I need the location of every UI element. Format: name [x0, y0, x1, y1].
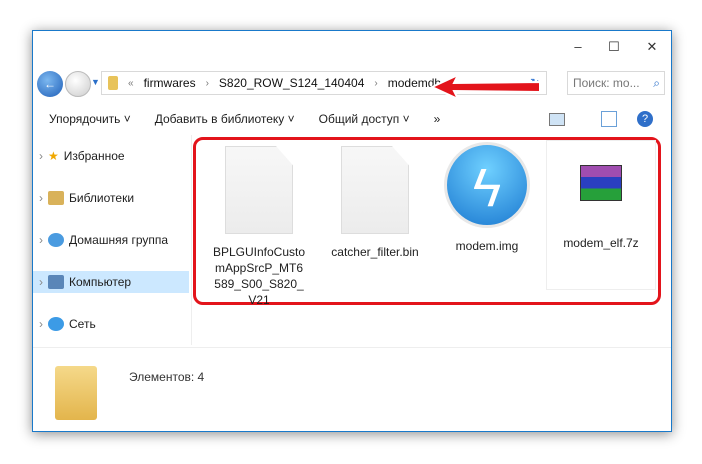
file-name: modem_elf.7z: [563, 236, 639, 250]
details-pane: Элементов: 4: [33, 347, 671, 432]
breadcrumb-separator: ›: [374, 77, 378, 89]
navigation-pane: › ★ Избранное › Библиотеки › Домашняя группа…: [33, 135, 192, 345]
maximize-button[interactable]: ☐: [597, 35, 631, 59]
document-icon: [341, 146, 409, 234]
search-input[interactable]: Поиск: mo... ⌕: [567, 71, 665, 95]
breadcrumb-firmwares[interactable]: firmwares: [144, 76, 196, 90]
file-name: modem.img: [455, 239, 519, 253]
sidebar-label: Избранное: [63, 149, 125, 163]
preview-pane-icon[interactable]: [601, 111, 617, 127]
item-count: Элементов: 4: [129, 370, 205, 384]
sidebar-label: Компьютер: [69, 275, 132, 289]
add-to-library-button[interactable]: Добавить в библиотеку ˅: [155, 112, 295, 126]
library-icon: [48, 191, 64, 205]
share-button[interactable]: Общий доступ ˅: [319, 112, 410, 126]
sidebar-item-libraries[interactable]: › Библиотеки: [33, 187, 189, 209]
network-icon: [48, 317, 64, 331]
file-item[interactable]: BPLGUInfoCustomAppSrcP_MT6589_S00_S820_V…: [204, 146, 314, 308]
file-name: catcher_filter.bin: [331, 245, 419, 259]
sidebar-label: Библиотеки: [69, 191, 135, 205]
more-button[interactable]: »: [434, 112, 441, 126]
forward-button[interactable]: [65, 71, 91, 97]
computer-icon: [48, 275, 64, 289]
title-bar: – ☐ ✕: [33, 31, 671, 65]
breadcrumb-overflow[interactable]: «: [128, 78, 134, 89]
breadcrumb-s820[interactable]: S820_ROW_S124_140404: [219, 76, 364, 90]
history-dropdown-icon[interactable]: ▼: [91, 77, 100, 87]
toolbar: Упорядочить ˅ Добавить в библиотеку ˅ Об…: [33, 105, 671, 133]
sidebar-item-favorites[interactable]: › ★ Избранное: [33, 145, 189, 167]
folder-icon: [55, 366, 97, 420]
sidebar-item-network[interactable]: › Сеть: [33, 313, 189, 335]
star-icon: ★: [48, 149, 59, 163]
close-button[interactable]: ✕: [635, 35, 669, 59]
sidebar-label: Сеть: [69, 317, 96, 331]
document-icon: [225, 146, 293, 234]
archive-icon: [580, 165, 622, 201]
search-icon: ⌕: [653, 76, 660, 90]
help-icon[interactable]: ?: [637, 111, 653, 127]
file-item[interactable]: modem_elf.7z: [546, 140, 656, 290]
sidebar-item-computer[interactable]: › Компьютер: [33, 271, 189, 293]
red-arrow-annotation: [429, 72, 541, 102]
back-button[interactable]: ←: [37, 71, 63, 97]
sidebar-item-homegroup[interactable]: › Домашняя группа: [33, 229, 189, 251]
homegroup-icon: [48, 233, 64, 247]
explorer-window: – ☐ ✕ ← ▼ « firmwares › S820_ROW_S124_14…: [32, 30, 672, 432]
file-list: BPLGUInfoCustomAppSrcP_MT6589_S00_S820_V…: [193, 137, 661, 308]
organize-button[interactable]: Упорядочить ˅: [49, 112, 131, 126]
view-icon[interactable]: [549, 112, 565, 126]
minimize-button[interactable]: –: [561, 35, 595, 59]
file-name: BPLGUInfoCustomAppSrcP_MT6589_S00_S820_V…: [212, 245, 306, 307]
file-item[interactable]: catcher_filter.bin: [320, 146, 430, 260]
daemon-tools-icon: ϟ: [444, 142, 530, 228]
sidebar-label: Домашняя группа: [69, 233, 169, 247]
folder-icon: [108, 76, 118, 90]
breadcrumb-separator: ›: [205, 77, 209, 89]
search-placeholder: Поиск: mo...: [573, 76, 640, 90]
file-item[interactable]: ϟ modem.img: [432, 142, 542, 254]
